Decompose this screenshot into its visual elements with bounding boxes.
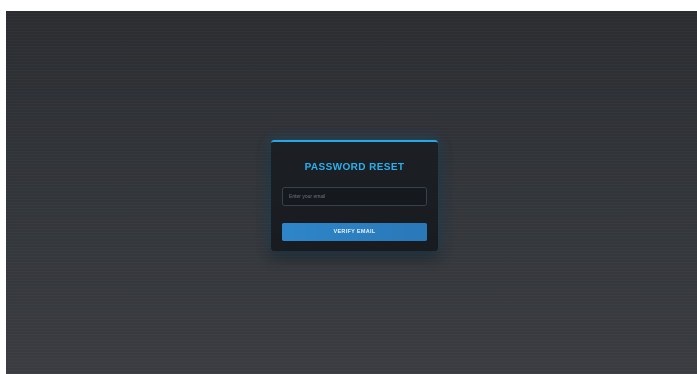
verify-email-button[interactable]: VERIFY EMAIL	[282, 223, 427, 241]
form-title: PASSWORD RESET	[304, 162, 405, 173]
page-background: PASSWORD RESET VERIFY EMAIL	[6, 11, 697, 374]
email-input[interactable]	[282, 187, 427, 206]
password-reset-card: PASSWORD RESET VERIFY EMAIL	[271, 140, 438, 251]
